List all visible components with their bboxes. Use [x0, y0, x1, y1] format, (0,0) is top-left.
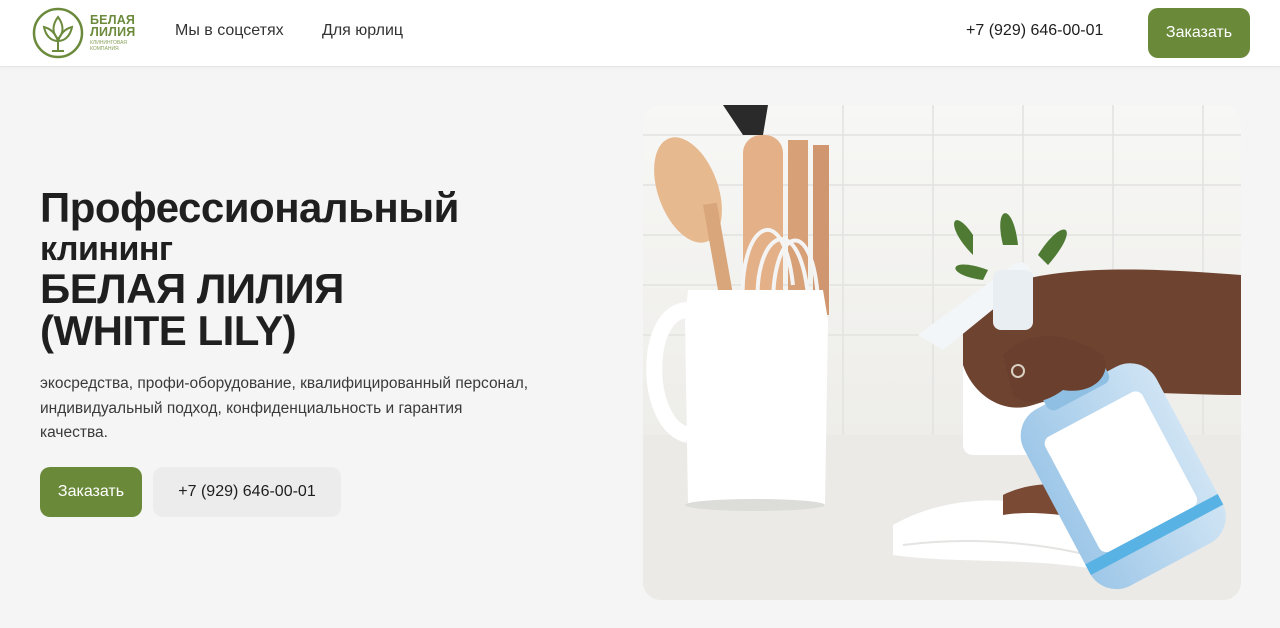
brand-tagline: клининговая компания	[90, 40, 128, 52]
hero-description: экосредства, профи-оборудование, квалифи…	[40, 375, 529, 441]
brand-logo[interactable]: БЕЛАЯ ЛИЛИЯ клининговая компания	[32, 6, 142, 60]
header-phone-link[interactable]: +7 (929) 646-00-01	[966, 22, 1103, 40]
brand-name-line2: ЛИЛИЯ	[90, 25, 136, 39]
hero-title: Профессиональный клининг БЕЛАЯ ЛИЛИЯ (WH…	[40, 186, 600, 352]
hero-photo	[643, 105, 1241, 600]
hero-title-line2: клининг	[40, 230, 173, 268]
cleaning-photo-icon	[643, 105, 1241, 600]
header-order-button[interactable]: Заказать	[1148, 8, 1250, 58]
hero-phone-button[interactable]: +7 (929) 646-00-01	[153, 467, 341, 517]
nav-link-social[interactable]: Мы в соцсетях	[175, 22, 284, 40]
hero-title-line3: БЕЛАЯ ЛИЛИЯ	[40, 265, 344, 312]
brand-name: БЕЛАЯ ЛИЛИЯ клининговая компания	[90, 14, 142, 52]
site-header: БЕЛАЯ ЛИЛИЯ клининговая компания Мы в со…	[0, 0, 1280, 67]
hero-title-line4: (WHITE LILY)	[40, 307, 297, 354]
hero-title-line1: Профессиональный	[40, 184, 459, 231]
hero-order-button[interactable]: Заказать	[40, 467, 142, 517]
lily-logo-icon	[32, 7, 84, 59]
nav-link-legal-entities[interactable]: Для юрлиц	[322, 22, 403, 40]
